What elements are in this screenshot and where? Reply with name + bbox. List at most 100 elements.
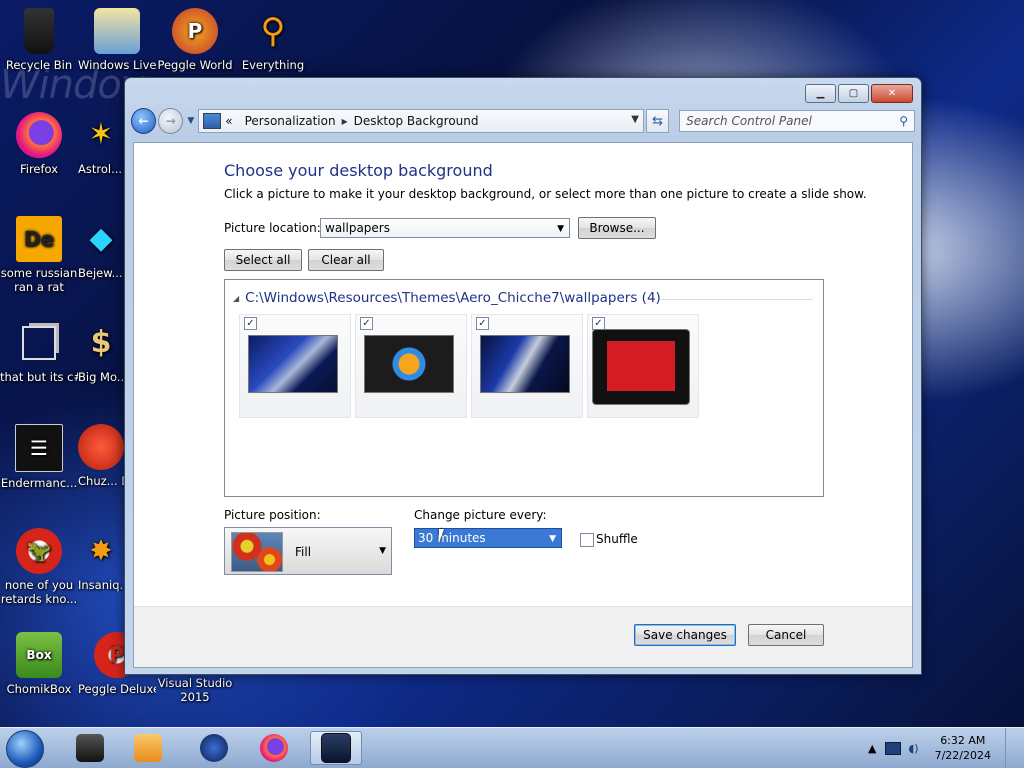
thumbnail-checkbox[interactable]: ✓: [476, 317, 489, 330]
desktop-icon-recycle-bin[interactable]: Recycle Bin: [0, 8, 78, 72]
network-icon[interactable]: [884, 741, 901, 755]
minimize-button[interactable]: ▁: [805, 84, 836, 103]
maximize-icon: ▢: [848, 88, 859, 99]
close-icon: ✕: [887, 88, 897, 99]
desktop-icon-none-of-you[interactable]: 🦖 none of you retards kno...: [0, 528, 78, 606]
globe-icon: [200, 734, 228, 762]
picture-position-dropdown[interactable]: Fill ▼: [224, 527, 392, 575]
address-dropdown-icon[interactable]: ▼: [631, 114, 639, 125]
thumbnail-checkbox[interactable]: ✓: [360, 317, 373, 330]
breadcrumb-item-personalization[interactable]: Personalization: [245, 114, 336, 128]
taskbar-item-globe[interactable]: [188, 731, 240, 765]
desktop-icon-label: Visual Studio 2015: [157, 676, 233, 704]
change-picture-interval-dropdown[interactable]: 30 minutes ▼: [414, 528, 562, 548]
console-icon: ☰: [15, 424, 63, 472]
clock-time: 6:32 AM: [940, 734, 986, 747]
breadcrumb-overflow-icon[interactable]: «: [225, 114, 232, 128]
volume-icon[interactable]: ◖): [909, 742, 919, 755]
desktop-icon-label: Bejew... Delu...: [78, 266, 124, 280]
desktop-icon-label: Recycle Bin: [5, 58, 73, 72]
windows-stack-icon: [16, 320, 62, 366]
thumbnail-checkbox[interactable]: ✓: [244, 317, 257, 330]
taskbar-item-media-player[interactable]: [122, 731, 174, 765]
desktop-icon-peggle-world[interactable]: P Peggle World: [156, 8, 234, 72]
shuffle-checkbox[interactable]: [580, 533, 594, 547]
wallpaper-thumbnail[interactable]: ✓: [587, 314, 699, 418]
close-button[interactable]: ✕: [871, 84, 913, 103]
minimize-icon: ▁: [816, 88, 825, 99]
wallpaper-thumbnail[interactable]: ✓: [471, 314, 583, 418]
wallpaper-gallery: ◢ C:\Windows\Resources\Themes\Aero_Chicch…: [224, 279, 824, 497]
show-hidden-icons-icon[interactable]: ▲: [868, 742, 876, 755]
save-changes-button[interactable]: Save changes: [634, 624, 736, 646]
change-picture-label: Change picture every:: [414, 508, 547, 522]
desktop-icon-astrop-deluxe[interactable]: ✶ Astrol... Delu...: [78, 112, 124, 177]
desktop-icon-label: that but its c#: [0, 370, 78, 384]
desktop-icon-label: Everything: [241, 58, 305, 72]
clock[interactable]: 6:32 AM 7/22/2024: [935, 733, 991, 763]
desktop-icon-chomikbox[interactable]: Box ChomikBox: [0, 632, 78, 696]
breadcrumb-item-desktop-background[interactable]: Desktop Background: [354, 114, 479, 128]
taskbar-item-dark-app[interactable]: [64, 731, 116, 765]
taskbar-item-personalization[interactable]: [310, 731, 362, 765]
search-box[interactable]: Search Control Panel ⚲: [679, 110, 916, 132]
desktop-icon-everything[interactable]: ⚲ Everything: [234, 8, 312, 72]
desktop-icon-firefox[interactable]: Firefox: [0, 112, 78, 176]
refresh-icon: ⇆: [652, 113, 663, 129]
recent-pages-dropdown[interactable]: ▼: [187, 116, 194, 126]
desktop-icon-label: Firefox: [19, 162, 59, 176]
gallery-group-header[interactable]: ◢ C:\Windows\Resources\Themes\Aero_Chicch…: [233, 290, 661, 306]
picture-position-value: Fill: [295, 545, 312, 559]
search-input[interactable]: Search Control Panel: [686, 114, 812, 128]
wallpaper-thumbnail[interactable]: ✓: [355, 314, 467, 418]
control-panel-icon: [203, 113, 222, 129]
clear-all-button[interactable]: Clear all: [308, 249, 384, 271]
chomikbox-icon: Box: [16, 632, 62, 678]
forward-button[interactable]: →: [158, 108, 184, 134]
shuffle-label[interactable]: Shuffle: [596, 532, 638, 546]
content-pane: Choose your desktop background Click a p…: [133, 142, 913, 668]
desktop-icon-label: some russian ran a rat: [0, 266, 78, 294]
dark-box-icon: [76, 734, 104, 762]
collapse-triangle-icon[interactable]: ◢: [233, 294, 239, 303]
desktop-icon-label: none of you retards kno...: [0, 578, 78, 606]
select-all-button[interactable]: Select all: [224, 249, 302, 271]
start-button[interactable]: [6, 730, 44, 768]
browse-button[interactable]: Browse...: [578, 217, 656, 239]
desktop-icon-bejeweled[interactable]: ◆ Bejew... Delu...: [78, 216, 124, 281]
picture-location-label: Picture location:: [224, 221, 321, 235]
desktop-icon-label: Big Mo... Delu...: [78, 370, 124, 384]
wallpaper-thumbnail[interactable]: ✓: [239, 314, 351, 418]
picture-location-value: wallpapers: [325, 221, 390, 235]
taskbar-item-firefox[interactable]: [248, 731, 300, 765]
desktop-icon-windows-live-mail[interactable]: Windows Live Ma...: [78, 8, 156, 72]
desktop-icon-visual-studio[interactable]: Visual Studio 2015: [156, 676, 234, 704]
page-title: Choose your desktop background: [224, 161, 493, 180]
mouse-cursor-icon: [439, 529, 449, 543]
maximize-button[interactable]: ▢: [838, 84, 869, 103]
desktop-icon-label: ChomikBox: [6, 682, 72, 696]
page-subtitle: Click a picture to make it your desktop …: [224, 187, 867, 201]
desktop-icon-label: Peggle Deluxe: [78, 682, 156, 696]
desktop-icon-label: Endermanc...: [0, 476, 78, 490]
desktop-icon-big-money[interactable]: $ Big Mo... Delu...: [78, 320, 124, 385]
back-button[interactable]: ←: [131, 108, 157, 134]
desktop-background-icon: [321, 733, 351, 763]
desktop-icon-endermanch[interactable]: ☰ Endermanc...: [0, 424, 78, 490]
desktop-icon-some-russian[interactable]: De some russian ran a rat: [0, 216, 78, 294]
refresh-button[interactable]: ⇆: [645, 109, 670, 133]
clock-date: 7/22/2024: [934, 749, 991, 762]
show-desktop-button[interactable]: [1005, 728, 1016, 768]
dialog-footer: Save changes Cancel: [134, 606, 912, 667]
address-bar[interactable]: « Personalization ▸ Desktop Background ▼: [198, 109, 644, 133]
picture-location-dropdown[interactable]: wallpapers ▼: [320, 218, 570, 238]
desktop-icon-chuzzle[interactable]: Chuz... Delu...: [78, 424, 124, 488]
wallpaper-image: [480, 335, 570, 393]
desktop-icon-that-but-its-csharp[interactable]: that but its c#: [0, 320, 78, 384]
position-preview-image: [231, 532, 283, 572]
change-picture-value: 30 minutes: [418, 531, 486, 545]
cancel-button[interactable]: Cancel: [748, 624, 824, 646]
desktop-icon-insaniquarium[interactable]: ✸ Insaniq... Delu...: [78, 528, 124, 593]
mail-icon: [94, 8, 140, 54]
breadcrumb-separator-icon[interactable]: ▸: [342, 114, 348, 128]
